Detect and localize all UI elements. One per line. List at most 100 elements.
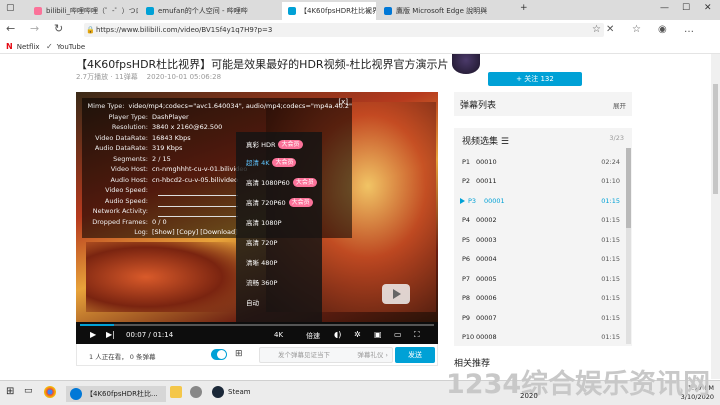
maximize-icon[interactable]: ☐	[682, 3, 690, 13]
episode-item-current[interactable]: P3 00001 01:15	[454, 191, 624, 211]
quality-option[interactable]: 高清 1080P60 大会员	[246, 174, 322, 190]
close-tab-icon[interactable]: ✕	[365, 7, 372, 16]
danmaku-list-header[interactable]: 弹幕列表 展开	[454, 92, 632, 116]
task-view-icon[interactable]: ▭	[24, 386, 33, 396]
tab-emufan-space[interactable]: emufan的个人空间 - 哔哩哔	[140, 2, 280, 20]
audio-speed-graph	[158, 199, 238, 207]
bilibili-icon	[146, 7, 154, 15]
expand-link[interactable]: 展开	[613, 100, 626, 110]
app-taskbar-icon[interactable]	[190, 386, 206, 398]
url-field[interactable]: 🔒 https://www.bilibili.com/video/BV1Sf4y…	[84, 23, 604, 37]
list-icon: ☰	[500, 137, 509, 147]
episode-item[interactable]: P8 00006 01:15	[454, 289, 624, 309]
url-text: https://www.bilibili.com/video/BV1Sf4y1q…	[96, 26, 273, 34]
play-icon[interactable]: ▶	[90, 330, 96, 339]
page-scrollbar-thumb[interactable]	[713, 84, 718, 194]
collections-icon[interactable]: ☆	[632, 24, 641, 35]
danmaku-etiquette-link[interactable]: 弹幕礼仪 ›	[357, 348, 388, 362]
progress-bar[interactable]	[80, 324, 434, 326]
episode-item[interactable]: P4 00002 01:15	[454, 211, 624, 231]
speed-button[interactable]: 倍速	[306, 331, 320, 341]
quality-option[interactable]: 高清 720P60 大会员	[246, 194, 322, 210]
quality-option[interactable]: 流畅 360P	[246, 274, 322, 290]
taskbar-window-label: Steam	[228, 388, 251, 396]
tab-edge-help[interactable]: 鷹版 Microsoft Edge 說明與	[378, 2, 512, 20]
quality-option[interactable]: 真彩 HDR 大会员	[246, 136, 322, 152]
danmaku-bar: 1 人正在看， 0 条弹幕 ⊞ 发个弹幕见证当下 弹幕礼仪 › 发送	[76, 344, 438, 366]
viewer-info: 1 人正在看， 0 条弹幕	[89, 353, 156, 361]
explorer-taskbar-icon[interactable]	[170, 386, 186, 398]
episode-list: 视频选集 ☰ 3/23 P1 00010 02:24 P2 00011 01:10 P3…	[454, 128, 632, 346]
episode-scrollbar-thumb[interactable]	[626, 148, 631, 228]
favorites-bar: N Netflix ✓ YouTube	[0, 40, 720, 54]
tab-actions-icon[interactable]: ▢	[6, 3, 15, 13]
volume-icon[interactable]: ◖)	[334, 330, 341, 339]
danmaku-list-title: 弹幕列表	[460, 101, 497, 111]
episode-item[interactable]: P5 00003 01:15	[454, 230, 624, 250]
follow-button[interactable]: + 关注 132	[488, 72, 582, 86]
quality-option[interactable]: 高清 720P	[246, 234, 322, 250]
episode-scrollbar[interactable]	[626, 148, 631, 344]
forward-icon[interactable]: →	[30, 22, 39, 35]
fullscreen-icon[interactable]: ⛶	[414, 330, 420, 340]
close-window-icon[interactable]: ✕	[704, 3, 712, 13]
tab-current-video[interactable]: 【4K60fpsHDR杜比视界 ✕	[282, 2, 376, 20]
episode-item[interactable]: P1 00010 02:24	[454, 152, 624, 172]
send-danmaku-button[interactable]: 发送	[395, 347, 435, 363]
taskbar-steam-window[interactable]: Steam	[212, 386, 251, 398]
favorite-youtube[interactable]: ✓ YouTube	[46, 42, 85, 51]
video-speed-graph	[158, 188, 238, 196]
episode-item[interactable]: P9 00007 01:15	[454, 308, 624, 328]
edge-icon	[70, 388, 82, 400]
episode-item[interactable]: P6 00004 01:15	[454, 250, 624, 270]
settings-more-icon[interactable]: …	[684, 24, 694, 35]
quality-option[interactable]: 清晰 480P	[246, 254, 322, 270]
lock-icon: 🔒	[86, 26, 95, 34]
next-icon[interactable]: ▶|	[106, 330, 115, 339]
quality-button[interactable]: 4K	[274, 331, 283, 339]
youtube-icon: ✓	[46, 42, 53, 51]
back-icon[interactable]: ←	[6, 22, 15, 35]
widescreen-icon[interactable]: ▭	[394, 330, 402, 339]
video-player[interactable]: [x] Mime Type: video/mp4;codecs="avc1.640…	[76, 92, 438, 344]
time-display: 00:07 / 01:14	[126, 331, 174, 339]
reading-view-icon[interactable]: ✕	[606, 24, 614, 35]
minimize-icon[interactable]: —	[660, 3, 669, 13]
page-scrollbar[interactable]	[711, 54, 720, 379]
windows-start-icon[interactable]: ⊞	[6, 386, 14, 397]
play-count: 2.7万播放	[76, 73, 109, 81]
big-play-icon[interactable]	[382, 284, 410, 304]
danmaku-toggle[interactable]	[211, 349, 227, 360]
taskbar-window-label: 【4K60fpsHDR杜比...	[86, 390, 158, 398]
tab-label: bilibili_哔哩哔哩（゜-゜）つロ	[46, 7, 138, 15]
settings-icon[interactable]: ✲	[354, 330, 361, 339]
picture-in-picture-icon[interactable]: ▣	[374, 330, 382, 339]
total-time: 01:14	[153, 331, 174, 339]
favorite-netflix[interactable]: N Netflix	[6, 42, 40, 51]
favorite-star-icon[interactable]: ☆	[592, 24, 601, 35]
network-activity-graph	[158, 209, 238, 217]
chrome-taskbar-icon[interactable]	[44, 386, 60, 398]
bilibili-icon	[34, 7, 42, 15]
favorite-label: Netflix	[16, 42, 40, 51]
danmaku-placeholder: 发个弹幕见证当下	[278, 351, 330, 359]
episode-item[interactable]: P10 00008 01:15	[454, 328, 624, 347]
progress-fill	[80, 324, 114, 326]
quality-option-selected[interactable]: 超清 4K 大会员	[246, 154, 322, 170]
danmaku-style-icon[interactable]: ⊞	[235, 349, 243, 359]
episode-item[interactable]: P7 00005 01:15	[454, 269, 624, 289]
watermark-year: 2020	[520, 392, 538, 400]
taskbar-edge-window[interactable]: 【4K60fpsHDR杜比...	[66, 386, 166, 402]
new-tab-icon[interactable]: +	[520, 3, 528, 13]
stat-row: Player Type: DashPlayer	[108, 112, 189, 121]
profile-icon[interactable]: ◉	[658, 24, 667, 35]
danmaku-count: 11弹幕	[114, 73, 138, 81]
tab-bilibili-home[interactable]: bilibili_哔哩哔哩（゜-゜）つロ	[28, 2, 138, 20]
danmaku-input[interactable]: 发个弹幕见证当下 弹幕礼仪 ›	[259, 347, 393, 363]
edge-icon	[384, 7, 392, 15]
refresh-icon[interactable]: ↻	[54, 22, 63, 35]
uploader-avatar[interactable]	[452, 54, 480, 74]
quality-option[interactable]: 高清 1080P	[246, 214, 322, 230]
episode-item[interactable]: P2 00011 01:10	[454, 172, 624, 192]
quality-option[interactable]: 自动	[246, 294, 322, 310]
